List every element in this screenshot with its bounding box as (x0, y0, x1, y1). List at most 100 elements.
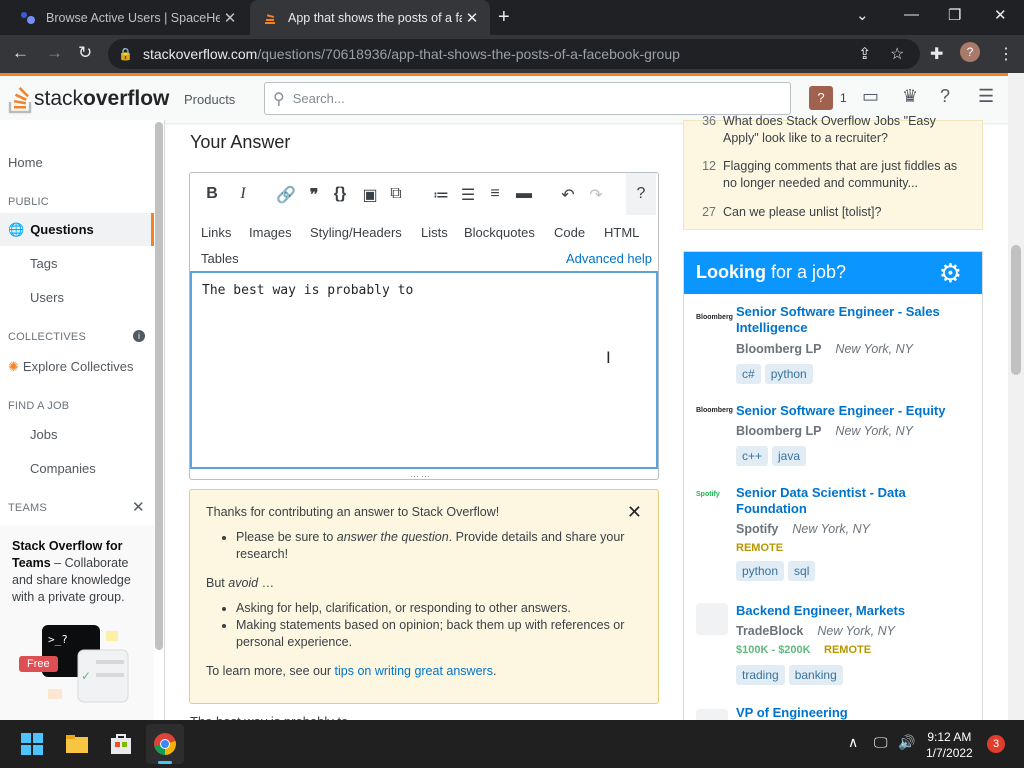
scrollbar-thumb[interactable] (1011, 245, 1021, 375)
job-title[interactable]: VP of Engineering (736, 705, 966, 720)
snippet-icon[interactable]: ⧉ (386, 185, 406, 203)
active-indicator (158, 761, 172, 764)
bulleted-list-icon[interactable]: ☰ (458, 185, 478, 205)
forward-icon[interactable]: → (46, 43, 63, 63)
image-icon[interactable]: ▣ (360, 185, 380, 205)
stackoverflow-favicon-icon (262, 10, 278, 26)
undo-icon[interactable]: ↶ (558, 185, 578, 205)
job-company: Spotify New York, NY (736, 522, 870, 536)
numbered-list-icon[interactable]: ≔ (431, 185, 451, 205)
answer-text: The best way is probably to (202, 283, 414, 298)
italic-icon[interactable]: I (233, 185, 253, 203)
tips-link[interactable]: tips on writing great answers (335, 664, 493, 678)
redo-icon[interactable]: ↷ (586, 185, 606, 205)
close-teams-icon[interactable]: ✕ (132, 498, 145, 516)
inbox-icon[interactable]: ▭ (862, 86, 879, 107)
help-tab-html[interactable]: HTML (604, 225, 639, 240)
code-icon[interactable]: {} (330, 185, 350, 203)
tag[interactable]: c++ (736, 446, 769, 466)
new-tab-button[interactable]: + (498, 6, 510, 29)
advanced-help-link[interactable]: Advanced help (566, 251, 652, 266)
chrome-taskbar-item[interactable] (146, 724, 184, 764)
browser-menu-icon[interactable]: ⋮ (998, 44, 1014, 64)
answer-textarea[interactable]: The best way is probably to (190, 271, 658, 469)
show-hidden-icons-icon[interactable]: ∧ (848, 734, 858, 751)
help-icon[interactable]: ? (940, 86, 950, 107)
tag[interactable]: python (736, 561, 785, 581)
network-icon[interactable]: 🖵 (874, 734, 888, 751)
close-notice-icon[interactable]: ✕ (627, 503, 642, 521)
tab-stackoverflow[interactable]: App that shows the posts of a facebook g… (250, 0, 490, 35)
site-switcher-icon[interactable]: ☰ (978, 86, 994, 107)
search-input[interactable]: ⚲ Search... (264, 82, 791, 115)
resize-grip[interactable]: ⋯⋯ (410, 471, 432, 482)
nav-users[interactable]: Users (30, 290, 64, 305)
bold-icon[interactable]: B (202, 185, 222, 203)
search-placeholder: Search... (292, 91, 345, 106)
tab-spacehey[interactable]: Browse Active Users | SpaceHey ✕ (8, 0, 248, 35)
back-icon[interactable]: ← (12, 43, 29, 63)
help-tab-lists[interactable]: Lists (421, 225, 448, 240)
nav-home[interactable]: Home (8, 155, 43, 170)
nav-jobs[interactable]: Jobs (30, 427, 57, 442)
minimize-icon[interactable]: — (904, 6, 919, 23)
reload-icon[interactable]: ↻ (78, 43, 92, 63)
editor-toolbar: B I 🔗 ❞ {} ▣ ⧉ ≔ ☰ ≡ ▬ ↶ ↷ ? (190, 173, 658, 217)
tag[interactable]: c# (736, 364, 761, 384)
tag[interactable]: sql (788, 561, 816, 581)
achievements-icon[interactable]: ♛ (902, 86, 918, 107)
nav-companies[interactable]: Companies (30, 461, 96, 476)
help-tab-code[interactable]: Code (554, 225, 585, 240)
info-icon[interactable]: i (133, 330, 145, 342)
tab-search-icon[interactable]: ⌄ (856, 6, 869, 24)
spotify-logo-icon: Spotify (696, 491, 720, 498)
job-title[interactable]: Senior Software Engineer - Sales Intelli… (736, 304, 966, 336)
job-listing[interactable]: VP of Engineering (684, 705, 982, 720)
job-title[interactable]: Senior Software Engineer - Equity (736, 403, 966, 419)
link-icon[interactable]: 🔗 (276, 185, 296, 205)
profile-avatar[interactable]: ? (960, 42, 980, 62)
heading-icon[interactable]: ≡ (485, 185, 505, 203)
taskbar-clock[interactable]: 9:12 AM 1/7/2022 (926, 729, 973, 761)
notification-badge[interactable]: 3 (987, 735, 1005, 753)
address-bar[interactable]: 🔒 stackoverflow.com/questions/70618936/a… (108, 39, 920, 69)
company-placeholder-icon (696, 603, 728, 635)
nav-tags[interactable]: Tags (30, 256, 57, 271)
job-title[interactable]: Senior Data Scientist - Data Foundation (736, 485, 966, 517)
close-window-icon[interactable]: ✕ (994, 6, 1007, 24)
help-tab-links[interactable]: Links (201, 225, 231, 240)
help-tab-tables[interactable]: Tables (201, 251, 239, 266)
share-icon[interactable]: ⇪ (858, 44, 871, 64)
text-cursor-icon: I (606, 348, 611, 367)
nav-questions[interactable]: 🌐 Questions (0, 213, 154, 246)
bookmark-star-icon[interactable]: ☆ (890, 44, 904, 64)
help-tab-images[interactable]: Images (249, 225, 292, 240)
nav-explore-collectives[interactable]: ✺ Explore Collectives (8, 359, 133, 375)
restore-icon[interactable]: ❐ (948, 6, 961, 24)
tag[interactable]: java (772, 446, 807, 466)
help-tab-blockquotes[interactable]: Blockquotes (464, 225, 535, 240)
so-logo[interactable]: stack overflow (8, 84, 169, 114)
volume-icon[interactable]: 🔊 (898, 734, 915, 751)
tag[interactable]: trading (736, 665, 785, 685)
horizontal-rule-icon[interactable]: ▬ (514, 185, 534, 203)
help-tab-styling[interactable]: Styling/Headers (310, 225, 402, 240)
job-title[interactable]: Backend Engineer, Markets (736, 603, 966, 619)
tag[interactable]: python (764, 364, 813, 384)
tag[interactable]: banking (788, 665, 843, 685)
job-company: TradeBlock New York, NY (736, 624, 895, 638)
extensions-icon[interactable]: ✚ (930, 44, 943, 64)
file-explorer-icon[interactable] (65, 732, 89, 756)
windows-start-icon[interactable] (20, 732, 44, 756)
user-avatar[interactable]: ? (809, 86, 833, 110)
close-tab-icon[interactable]: ✕ (462, 9, 482, 27)
products-link[interactable]: Products (184, 92, 235, 107)
close-tab-icon[interactable]: ✕ (220, 9, 240, 27)
blockquote-icon[interactable]: ❞ (304, 185, 324, 205)
nav-explore-collectives-label: Explore Collectives (22, 359, 134, 374)
editor-help-icon[interactable]: ? (626, 173, 656, 215)
store-icon[interactable] (109, 732, 133, 756)
left-scrollbar[interactable] (155, 122, 163, 650)
spacehey-favicon-icon (20, 10, 36, 26)
page-scrollbar[interactable] (1008, 73, 1024, 720)
